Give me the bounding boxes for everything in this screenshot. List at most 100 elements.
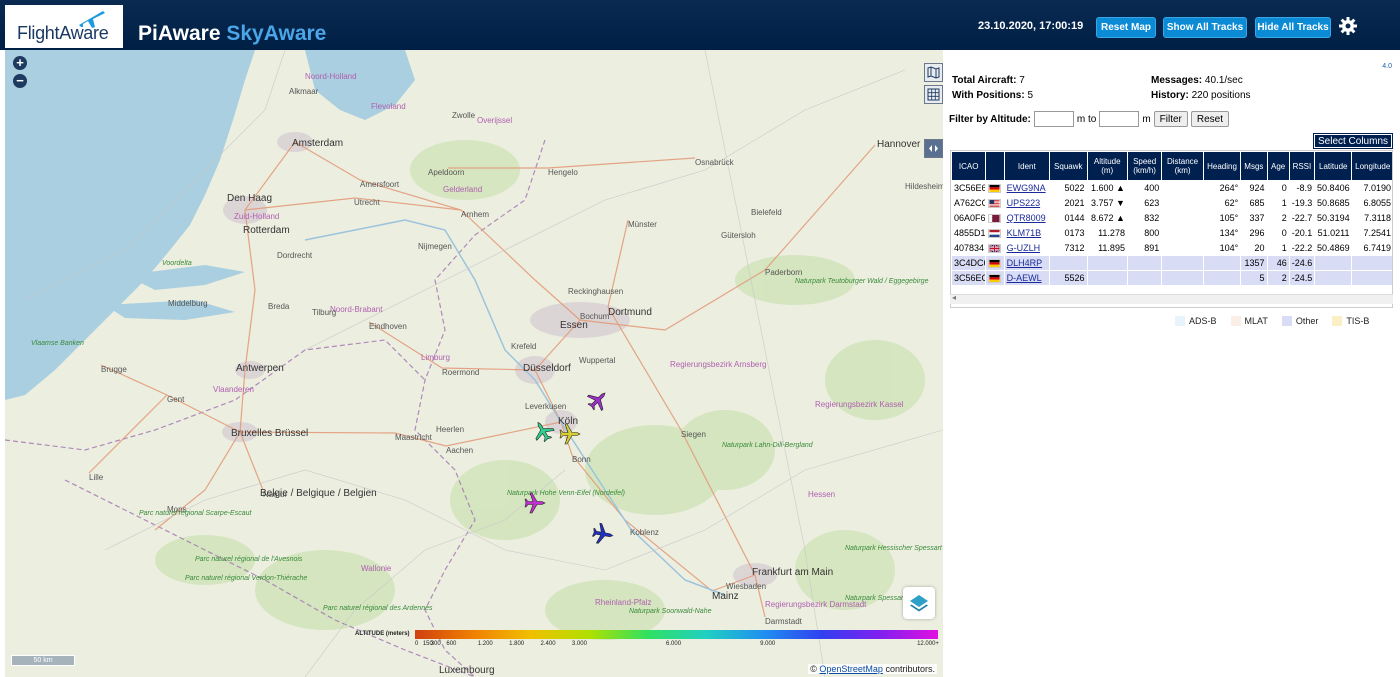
messages-value: 40.1/sec — [1204, 75, 1243, 86]
speed-cell: 400 — [1126, 180, 1163, 196]
column-header[interactable]: Heading — [1202, 151, 1242, 181]
ident-cell: QTR8009 — [1003, 210, 1051, 226]
hide-all-tracks-button[interactable]: Hide All Tracks — [1255, 17, 1331, 38]
legend-item: Other — [1281, 316, 1318, 326]
column-header[interactable]: Msgs — [1240, 151, 1268, 181]
aircraft-marker-icon[interactable] — [559, 423, 581, 445]
aircraft-marker-icon[interactable] — [529, 417, 556, 444]
rssi-cell: -19.3 — [1288, 195, 1316, 211]
flag-cell — [985, 180, 1005, 196]
dist-cell — [1161, 240, 1204, 256]
ident-link[interactable]: UPS223 — [1007, 198, 1041, 208]
scale-bar: 50 km — [11, 655, 75, 666]
lat-cell — [1314, 270, 1353, 286]
ident-link[interactable]: EWG9NA — [1007, 183, 1046, 193]
altitude-tick-label: 1.800 — [509, 641, 525, 647]
age-cell: 2 — [1266, 270, 1290, 286]
flightaware-logo[interactable]: FlightAware — [5, 5, 123, 48]
ident-link[interactable]: QTR8009 — [1007, 213, 1046, 223]
column-header[interactable]: Speed (km/h) — [1126, 151, 1163, 181]
with-positions-stat: With Positions: 5 — [952, 90, 1033, 101]
aircraft-row[interactable]: 407834 G-UZLH 7312 11.895 891 104° 20 1 -22.2 50.… — [951, 240, 1392, 256]
de-flag-icon — [988, 259, 1002, 269]
ident-link[interactable]: D-AEWL — [1007, 273, 1042, 283]
ident-cell: DLH4RP — [1003, 255, 1051, 271]
altitude-color-bar — [415, 630, 938, 639]
column-header[interactable]: Latitude — [1314, 151, 1353, 181]
filter-button[interactable]: Filter — [1153, 111, 1188, 127]
speed-cell: 891 — [1126, 240, 1163, 256]
speed-cell — [1126, 255, 1163, 271]
aircraft-row[interactable]: 3C4DC6 DLH4RP 1357 46 -24.6 — [951, 255, 1392, 271]
lat-cell: 50.8685 — [1314, 195, 1353, 211]
reset-map-button[interactable]: Reset Map — [1096, 17, 1156, 38]
flag-cell — [985, 270, 1005, 286]
column-header[interactable]: RSSI — [1288, 151, 1316, 181]
age-cell: 2 — [1266, 210, 1290, 226]
lon-cell — [1351, 255, 1392, 271]
min-altitude-input[interactable] — [1033, 111, 1074, 127]
msgs-cell: 924 — [1240, 180, 1268, 196]
msgs-cell: 1357 — [1240, 255, 1268, 271]
alt-cell: 3.757 ▼ — [1086, 195, 1128, 211]
alt-cell: 8.672 ▲ — [1086, 210, 1128, 226]
msgs-cell: 20 — [1240, 240, 1268, 256]
column-header[interactable]: Distance (km) — [1161, 151, 1204, 181]
filter-label: Filter by Altitude: — [949, 113, 1031, 125]
speed-cell: 623 — [1126, 195, 1163, 211]
aircraft-layer — [524, 386, 614, 545]
table-body: 3C56E6 EWG9NA 5022 1.600 ▲ 400 264° 924 0 -8.9 50… — [951, 180, 1392, 286]
max-altitude-input[interactable] — [1099, 111, 1140, 127]
aircraft-row[interactable]: 3C56E6 EWG9NA 5022 1.600 ▲ 400 264° 924 0 -8.9 50… — [951, 180, 1392, 196]
aircraft-table: ICAO Ident Squawk Altitude (m) Speed (km/h) D… — [951, 151, 1392, 286]
heading-cell: 62° — [1202, 195, 1242, 211]
rssi-cell: -24.6 — [1288, 255, 1316, 271]
layers-button[interactable] — [903, 587, 935, 619]
column-header[interactable]: Ident — [1003, 151, 1051, 181]
heading-cell: 104° — [1202, 240, 1242, 256]
column-header[interactable]: Longitude — [1351, 151, 1392, 181]
lat-cell: 50.8406 — [1314, 180, 1353, 196]
speed-cell: 800 — [1126, 225, 1163, 241]
lon-cell: 6.8055 — [1351, 195, 1392, 211]
squawk-cell: 0144 — [1049, 210, 1088, 226]
legend-swatch — [1332, 316, 1343, 326]
ident-link[interactable]: G-UZLH — [1007, 243, 1041, 253]
icao-cell: 3C4DC6 — [951, 255, 987, 271]
ident-cell: UPS223 — [1003, 195, 1051, 211]
aircraft-marker-icon[interactable] — [591, 522, 614, 545]
column-header[interactable]: Age — [1266, 151, 1290, 181]
altitude-filter: Filter by Altitude: m to m Filter Reset — [949, 111, 1230, 127]
aircraft-marker-icon[interactable] — [584, 386, 612, 414]
column-header[interactable]: Altitude (m) — [1086, 151, 1128, 181]
squawk-cell: 7312 — [1049, 240, 1088, 256]
aircraft-row[interactable]: 06A0F6 QTR8009 0144 8.672 ▲ 832 105° 337 2 -22.7… — [951, 210, 1392, 226]
openstreetmap-link[interactable]: OpenStreetMap — [819, 664, 883, 674]
aircraft-marker-icon[interactable] — [524, 492, 546, 514]
ident-link[interactable]: DLH4RP — [1007, 258, 1043, 268]
map-view[interactable]: Noord-Holland Alkmaar Flevoland Zwolle Overi… — [5, 50, 943, 677]
messages-stat: Messages: 40.1/sec — [1151, 75, 1243, 86]
legend-label: TIS-B — [1346, 316, 1370, 326]
aircraft-row[interactable]: A762CC UPS223 2021 3.757 ▼ 623 62° 685 1 -19.3 50… — [951, 195, 1392, 211]
column-header[interactable]: ICAO — [951, 151, 987, 181]
lat-cell: 51.0211 — [1314, 225, 1353, 241]
ident-link[interactable]: KLM71B — [1007, 228, 1042, 238]
header-bar: FlightAware PiAware SkyAware 23.10.2020,… — [0, 0, 1400, 50]
de-flag-icon — [988, 274, 1002, 284]
column-header[interactable]: Squawk — [1049, 151, 1088, 181]
msgs-cell: 5 — [1240, 270, 1268, 286]
settings-gear-icon[interactable] — [1338, 16, 1358, 36]
squawk-cell: 5526 — [1049, 270, 1088, 286]
show-all-tracks-button[interactable]: Show All Tracks — [1163, 17, 1247, 38]
aircraft-row[interactable]: 3C56EC D-AEWL 5526 5 2 -24.5 — [951, 270, 1392, 286]
icao-cell: A762CC — [951, 195, 987, 211]
flag-cell — [985, 255, 1005, 271]
reset-filter-button[interactable]: Reset — [1190, 111, 1230, 127]
select-columns-button[interactable]: Select Columns — [1313, 133, 1393, 149]
column-header[interactable] — [985, 151, 1005, 181]
table-horizontal-scrollbar[interactable] — [950, 293, 1393, 304]
aircraft-row[interactable]: 4855D1 KLM71B 0173 11.278 800 134° 296 0 -20.1 51… — [951, 225, 1392, 241]
flag-cell — [985, 225, 1005, 241]
alt-cell: 11.278 — [1086, 225, 1128, 241]
